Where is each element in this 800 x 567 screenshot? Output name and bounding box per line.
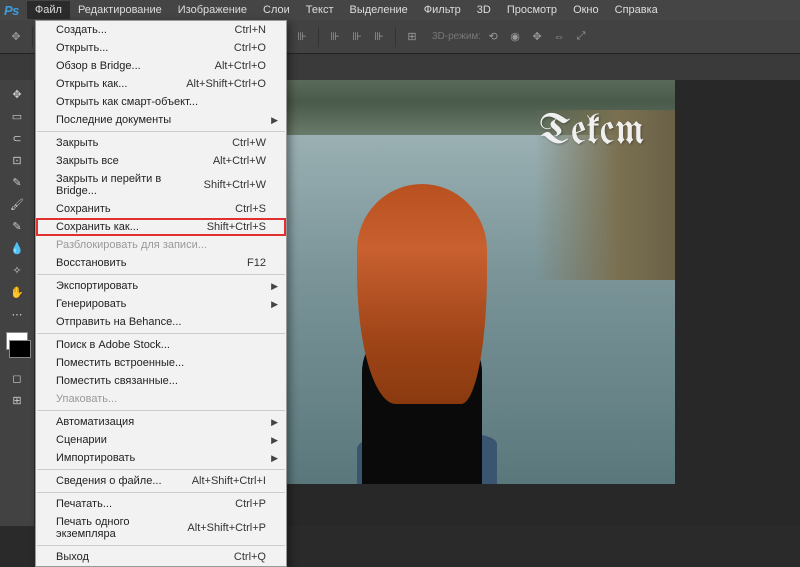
file-menu-item[interactable]: Генерировать▶ [36, 295, 286, 313]
file-menu-item[interactable]: Последние документы▶ [36, 111, 286, 129]
menu-изображение[interactable]: Изображение [170, 1, 255, 19]
auto-align-icon[interactable]: ⊞ [402, 27, 422, 47]
distribute-icon[interactable]: ⊪ [369, 27, 389, 47]
file-menu-item[interactable]: Сохранить как...Shift+Ctrl+S [36, 218, 286, 236]
pan-icon[interactable]: ✥ [527, 27, 547, 47]
app-logo: Ps [4, 3, 19, 18]
tool-panel: ✥ ▭ ⊂ ⊡ ✎ 🖌 ✎ 💧 ✧ ✋ ⋯ ◻ ⊞ [0, 80, 34, 526]
file-menu-item[interactable]: Печать одного экземпляраAlt+Shift+Ctrl+P [36, 513, 286, 543]
file-menu-item[interactable]: Поиск в Adobe Stock... [36, 336, 286, 354]
file-menu-item[interactable]: Печатать...Ctrl+P [36, 495, 286, 513]
distribute-icon[interactable]: ⊪ [325, 27, 345, 47]
file-menu-item[interactable]: Поместить связанные... [36, 372, 286, 390]
pencil-tool-icon[interactable]: ✎ [5, 216, 29, 236]
distribute-icon[interactable]: ⊪ [292, 27, 312, 47]
background-swatch[interactable] [9, 340, 31, 358]
file-menu-item[interactable]: СохранитьCtrl+S [36, 200, 286, 218]
submenu-arrow-icon: ▶ [271, 453, 278, 464]
file-menu-item[interactable]: Открыть как смарт-объект... [36, 93, 286, 111]
slide-icon[interactable]: ⇔ [549, 27, 569, 47]
menu-окно[interactable]: Окно [565, 1, 607, 19]
file-menu-item[interactable]: Поместить встроенные... [36, 354, 286, 372]
file-menu-item[interactable]: Экспортировать▶ [36, 277, 286, 295]
screenmode-icon[interactable]: ⊞ [5, 390, 29, 410]
submenu-arrow-icon: ▶ [271, 115, 278, 126]
quickmask-icon[interactable]: ◻ [5, 368, 29, 388]
file-menu-item[interactable]: Закрыть и перейти в Bridge...Shift+Ctrl+… [36, 170, 286, 200]
file-menu-item: Упаковать... [36, 390, 286, 408]
mode-label: 3D-режим: [432, 31, 481, 42]
submenu-arrow-icon: ▶ [271, 435, 278, 446]
file-menu-item[interactable]: Открыть...Ctrl+O [36, 39, 286, 57]
file-menu-dropdown: Создать...Ctrl+NОткрыть...Ctrl+OОбзор в … [35, 20, 287, 567]
file-menu-item[interactable]: ВыходCtrl+Q [36, 548, 286, 566]
menu-редактирование[interactable]: Редактирование [70, 1, 170, 19]
roll-icon[interactable]: ◉ [505, 27, 525, 47]
move-tool-icon[interactable]: ✥ [5, 84, 29, 104]
file-menu-item[interactable]: Сценарии▶ [36, 431, 286, 449]
submenu-arrow-icon: ▶ [271, 281, 278, 292]
submenu-arrow-icon: ▶ [271, 299, 278, 310]
file-menu-item[interactable]: ЗакрытьCtrl+W [36, 134, 286, 152]
brush-tool-icon[interactable]: 🖌 [5, 194, 29, 214]
file-menu-item[interactable]: Отправить на Behance... [36, 313, 286, 331]
menu-текст[interactable]: Текст [298, 1, 342, 19]
file-menu-item[interactable]: Открыть как...Alt+Shift+Ctrl+O [36, 75, 286, 93]
file-menu-item: Разблокировать для записи... [36, 236, 286, 254]
submenu-arrow-icon: ▶ [271, 417, 278, 428]
lasso-tool-icon[interactable]: ⊂ [5, 128, 29, 148]
eyedropper-tool-icon[interactable]: ✎ [5, 172, 29, 192]
file-menu-item[interactable]: Импортировать▶ [36, 449, 286, 467]
file-menu-item[interactable]: Обзор в Bridge...Alt+Ctrl+O [36, 57, 286, 75]
marquee-tool-icon[interactable]: ▭ [5, 106, 29, 126]
file-menu-item[interactable]: ВосстановитьF12 [36, 254, 286, 272]
orbit-icon[interactable]: ⟲ [483, 27, 503, 47]
menu-просмотр[interactable]: Просмотр [499, 1, 565, 19]
ellipsis-icon[interactable]: ⋯ [5, 304, 29, 324]
file-menu-item[interactable]: Закрыть всеAlt+Ctrl+W [36, 152, 286, 170]
file-menu-item[interactable]: Создать...Ctrl+N [36, 21, 286, 39]
menu-выделение[interactable]: Выделение [342, 1, 416, 19]
menu-фильтр[interactable]: Фильтр [416, 1, 469, 19]
crop-tool-icon[interactable]: ⊡ [5, 150, 29, 170]
menubar: Ps ФайлРедактированиеИзображениеСлоиТекс… [0, 0, 800, 20]
menu-3d[interactable]: 3D [469, 1, 499, 19]
scale-icon[interactable]: ⤢ [571, 27, 591, 47]
move-tool-icon[interactable]: ✥ [6, 27, 26, 47]
canvas-overlay-text: Tekcm [540, 110, 645, 154]
wand-tool-icon[interactable]: ✧ [5, 260, 29, 280]
drop-tool-icon[interactable]: 💧 [5, 238, 29, 258]
distribute-icon[interactable]: ⊪ [347, 27, 367, 47]
hand-tool-icon[interactable]: ✋ [5, 282, 29, 302]
menu-слои[interactable]: Слои [255, 1, 298, 19]
menu-справка[interactable]: Справка [607, 1, 666, 19]
menu-файл[interactable]: Файл [27, 1, 70, 19]
file-menu-item[interactable]: Сведения о файле...Alt+Shift+Ctrl+I [36, 472, 286, 490]
file-menu-item[interactable]: Автоматизация▶ [36, 413, 286, 431]
